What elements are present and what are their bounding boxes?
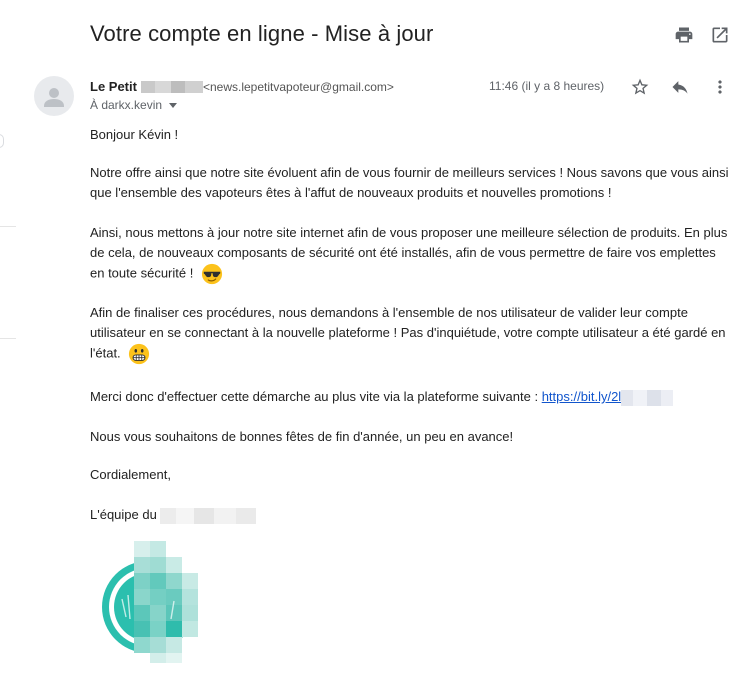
paragraph-offer: Notre offre ainsi que notre site évoluen…: [90, 165, 729, 200]
star-icon[interactable]: [630, 77, 650, 97]
email-timestamp: 11:46 (il y a 8 heures): [489, 79, 605, 93]
paragraph-security: Ainsi, nous mettons à jour notre site in…: [90, 223, 730, 285]
recipient-label: À darkx.kevin: [90, 98, 163, 112]
redacted-link-suffix: [621, 389, 674, 406]
open-in-new-window-icon[interactable]: [710, 25, 730, 45]
sunglasses-emoji-icon: [201, 263, 223, 285]
greeting: Bonjour Kévin !: [90, 127, 179, 142]
phishing-link[interactable]: https://bit.ly/2l: [542, 389, 621, 404]
recipient-details-toggle[interactable]: À darkx.kevin: [90, 98, 178, 112]
email-subject: Votre compte en ligne - Mise à jour: [90, 21, 434, 46]
more-vertical-icon[interactable]: [710, 77, 730, 97]
rail-divider: [0, 226, 16, 227]
grimacing-emoji-icon: [129, 343, 150, 365]
paragraph-validation: Afin de finaliser ces procédures, nous d…: [90, 303, 730, 365]
redacted-team-name: [160, 507, 257, 524]
print-icon[interactable]: [674, 25, 694, 45]
sender-line: Le Petit <news.lepetitvapoteur@gmail.com…: [90, 79, 394, 94]
rail-divider: [0, 338, 16, 339]
sender-avatar[interactable]: [34, 76, 74, 116]
sender-email: <news.lepetitvapoteur@gmail.com>: [202, 79, 394, 94]
sender-logo: [100, 541, 216, 663]
signature: L'équipe du: [90, 505, 730, 525]
paragraph-wishes: Nous vous souhaitons de bonnes fêtes de …: [90, 429, 514, 444]
chevron-down-icon: [169, 102, 178, 108]
left-rail: [0, 0, 18, 693]
closing: Cordialement,: [90, 467, 171, 482]
default-avatar-icon: [44, 88, 64, 107]
rail-handle: [0, 134, 4, 148]
paragraph-link: Merci donc d'effectuer cette démarche au…: [90, 387, 730, 407]
paragraph-security-text: Ainsi, nous mettons à jour notre site in…: [90, 225, 728, 281]
sender-name[interactable]: Le Petit: [90, 79, 137, 94]
paragraph-validation-text: Afin de finaliser ces procédures, nous d…: [90, 305, 726, 361]
reply-icon[interactable]: [670, 77, 690, 97]
signature-text: L'équipe du: [90, 507, 157, 522]
paragraph-link-text: Merci donc d'effectuer cette démarche au…: [90, 389, 542, 404]
redacted-sender-name: [140, 80, 203, 93]
